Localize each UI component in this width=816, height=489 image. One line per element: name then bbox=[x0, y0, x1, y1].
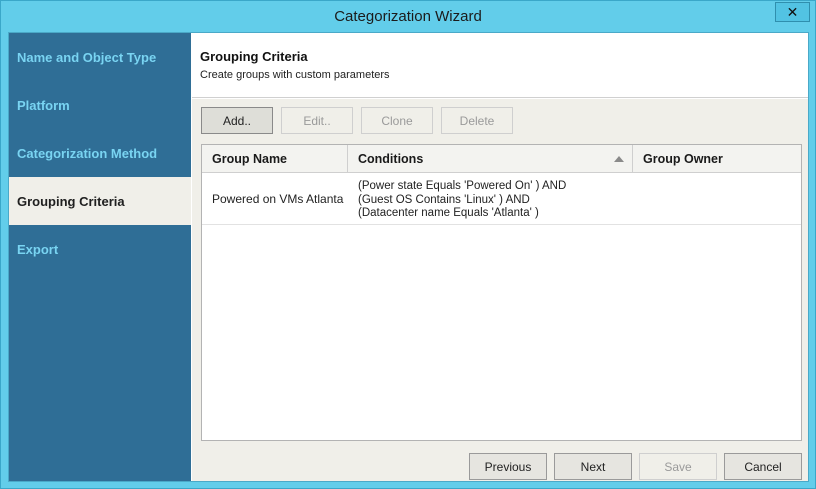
wizard-steps-sidebar: Name and Object Type Platform Categoriza… bbox=[9, 33, 191, 481]
condition-line: (Power state Equals 'Powered On' ) AND bbox=[358, 180, 567, 192]
step-grouping-criteria[interactable]: Grouping Criteria bbox=[9, 177, 191, 225]
next-button[interactable]: Next bbox=[554, 453, 632, 480]
close-icon: ✕ bbox=[786, 3, 799, 20]
step-label: Name and Object Type bbox=[17, 49, 157, 65]
step-label: Categorization Method bbox=[17, 145, 158, 161]
condition-line: (Guest OS Contains 'Linux' ) AND bbox=[358, 193, 530, 206]
clone-button[interactable]: Clone bbox=[361, 107, 433, 134]
column-header-group-name[interactable]: Group Name bbox=[202, 145, 348, 173]
close-button[interactable]: ✕ bbox=[775, 2, 810, 22]
groups-table: Group Name Conditions Group Owner Powere… bbox=[201, 144, 802, 441]
sort-ascending-icon bbox=[614, 156, 624, 162]
cell-group-owner bbox=[643, 173, 793, 225]
column-header-group-owner[interactable]: Group Owner bbox=[633, 145, 801, 173]
title-bar[interactable]: Categorization Wizard ✕ bbox=[1, 1, 815, 33]
table-header: Group Name Conditions Group Owner bbox=[202, 145, 801, 173]
page-title: Grouping Criteria bbox=[200, 49, 308, 64]
cancel-button[interactable]: Cancel bbox=[724, 453, 802, 480]
wizard-window: Categorization Wizard ✕ Name and Object … bbox=[0, 0, 816, 489]
table-row[interactable]: Powered on VMs Atlanta (Power state Equa… bbox=[202, 173, 801, 225]
previous-button[interactable]: Previous bbox=[469, 453, 547, 480]
step-label: Grouping Criteria bbox=[17, 193, 125, 209]
page-subtitle: Create groups with custom parameters bbox=[200, 69, 390, 81]
step-label: Export bbox=[17, 241, 59, 257]
step-export[interactable]: Export bbox=[9, 225, 191, 273]
step-categorization-method[interactable]: Categorization Method bbox=[9, 129, 191, 177]
delete-button[interactable]: Delete bbox=[441, 107, 513, 134]
condition-line: (Datacenter name Equals 'Atlanta' ) bbox=[358, 207, 539, 219]
step-platform[interactable]: Platform bbox=[9, 81, 191, 129]
step-name-and-object-type[interactable]: Name and Object Type bbox=[9, 33, 191, 81]
save-button[interactable]: Save bbox=[639, 453, 717, 480]
step-label: Platform bbox=[17, 97, 70, 113]
cell-conditions: (Power state Equals 'Powered On' ) AND (… bbox=[358, 180, 628, 232]
column-header-conditions[interactable]: Conditions bbox=[348, 145, 633, 173]
cell-group-name: Powered on VMs Atlanta bbox=[212, 192, 344, 206]
add-button[interactable]: Add.. bbox=[201, 107, 273, 134]
edit-button[interactable]: Edit.. bbox=[281, 107, 353, 134]
main-panel: Add.. Edit.. Clone Delete Group Name Con… bbox=[192, 99, 808, 481]
wizard-body: Name and Object Type Platform Categoriza… bbox=[8, 32, 809, 482]
window-title: Categorization Wizard bbox=[334, 8, 482, 25]
page-header: Grouping Criteria Create groups with cus… bbox=[192, 33, 808, 98]
